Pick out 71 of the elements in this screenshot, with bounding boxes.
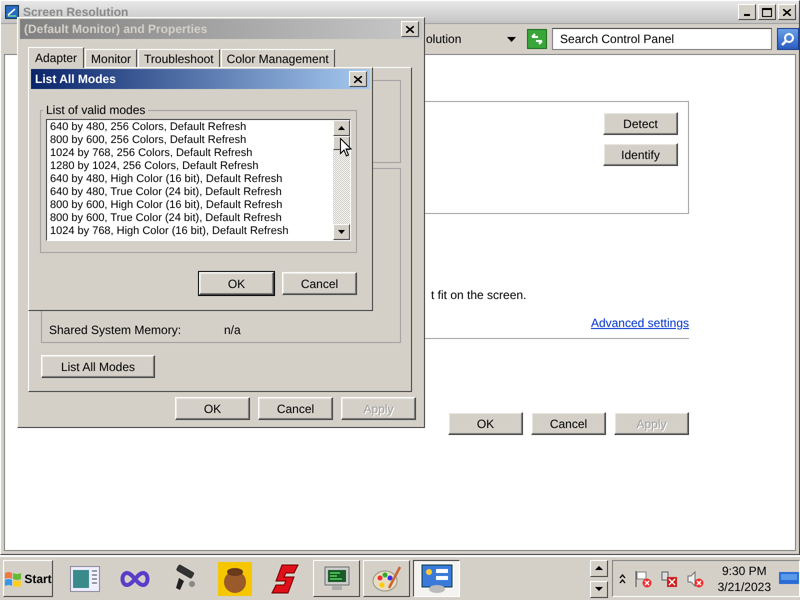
scroll-down-button[interactable] bbox=[590, 580, 608, 598]
window-title: Screen Resolution bbox=[23, 5, 130, 19]
close-button[interactable] bbox=[401, 21, 419, 37]
show-desktop-icon[interactable] bbox=[779, 572, 799, 586]
search-icon bbox=[781, 32, 796, 46]
dialog-button[interactable]: OK bbox=[199, 272, 274, 295]
close-icon bbox=[783, 8, 791, 16]
scroll-down-button[interactable] bbox=[333, 224, 350, 240]
list-item[interactable]: 800 by 600, High Color (16 bit), Default Refresh bbox=[50, 199, 330, 212]
monitor-button[interactable]: Detect bbox=[603, 112, 678, 135]
dialog-title: List All Modes bbox=[35, 72, 117, 86]
dialog-button[interactable]: Cancel bbox=[258, 397, 333, 420]
list-item[interactable]: 640 by 480, 256 Colors, Default Refresh bbox=[50, 121, 330, 134]
scroll-up-button[interactable] bbox=[590, 560, 608, 576]
control-panel-icon bbox=[420, 564, 452, 594]
list-item[interactable]: 640 by 480, True Color (24 bit), Default Refresh bbox=[50, 186, 330, 199]
document-window-icon bbox=[70, 566, 100, 592]
windows-logo-icon bbox=[4, 570, 22, 586]
down-arrow-icon bbox=[338, 230, 345, 234]
dialog-button[interactable]: Cancel bbox=[282, 272, 357, 295]
network-error-icon[interactable] bbox=[660, 570, 678, 588]
hint-text: t fit on the screen. bbox=[431, 288, 526, 302]
maximize-button[interactable] bbox=[758, 4, 776, 20]
scrollbar[interactable] bbox=[333, 120, 350, 240]
monitor-button[interactable]: Identify bbox=[603, 143, 678, 166]
tab[interactable]: Color Management bbox=[220, 49, 335, 67]
dialog-title: (Default Monitor) and Properties bbox=[24, 22, 208, 36]
list-item[interactable]: 640 by 480, High Color (16 bit), Default Refresh bbox=[50, 173, 330, 186]
speaker-muted-icon[interactable] bbox=[686, 570, 704, 588]
list-item[interactable]: 800 by 600, 256 Colors, Default Refresh bbox=[50, 134, 330, 147]
clock[interactable]: 9:30 PM 3/21/2023 bbox=[718, 562, 771, 594]
minimize-button[interactable] bbox=[738, 4, 756, 20]
field-value: n/a bbox=[224, 323, 241, 337]
mouse-pointer-icon bbox=[340, 138, 352, 157]
search-field[interactable]: Search Control Panel bbox=[552, 28, 772, 50]
tab[interactable]: Adapter bbox=[28, 47, 84, 68]
down-arrow-icon bbox=[594, 587, 603, 591]
tab[interactable]: Troubleshoot bbox=[138, 49, 220, 67]
dialog-button[interactable]: OK bbox=[448, 412, 523, 435]
list-item[interactable]: 1280 by 1024, 256 Colors, Default Refresh bbox=[50, 160, 330, 173]
refresh-button[interactable] bbox=[527, 29, 548, 49]
close-button[interactable] bbox=[778, 4, 796, 20]
list-item[interactable]: 1024 by 768, 256 Colors, Default Refresh bbox=[50, 147, 330, 160]
monitor-icon bbox=[322, 564, 352, 592]
palette-icon bbox=[372, 564, 402, 594]
dialog-button[interactable]: Cancel bbox=[531, 412, 606, 435]
maximize-icon bbox=[762, 8, 772, 16]
flag-error-icon[interactable] bbox=[634, 570, 652, 588]
dialog-button[interactable]: OK bbox=[175, 397, 250, 420]
start-button[interactable]: Start bbox=[3, 560, 53, 597]
taskbar-button[interactable] bbox=[413, 560, 460, 597]
close-button[interactable] bbox=[349, 71, 367, 87]
scroll-up-button[interactable] bbox=[333, 120, 350, 136]
advanced-settings-link[interactable]: Advanced settings bbox=[590, 316, 689, 330]
up-arrow-icon bbox=[338, 126, 345, 130]
field-label: Shared System Memory: bbox=[49, 323, 182, 337]
list-all-modes-button[interactable]: List All Modes bbox=[41, 355, 155, 378]
refresh-icon bbox=[530, 33, 544, 45]
search-button[interactable] bbox=[777, 28, 800, 50]
modes-list[interactable] bbox=[46, 119, 351, 241]
list-item[interactable]: 1024 by 768, High Color (16 bit), Default Refresh bbox=[50, 225, 330, 238]
close-icon bbox=[354, 76, 362, 82]
dropdown-arrow-icon bbox=[507, 36, 516, 42]
up-arrow-icon bbox=[594, 566, 603, 570]
chevron-icon[interactable] bbox=[618, 574, 626, 584]
tab[interactable]: Monitor bbox=[85, 49, 138, 67]
close-icon bbox=[406, 26, 414, 32]
infinity-icon bbox=[119, 570, 151, 588]
group-label: List of valid modes bbox=[45, 103, 146, 117]
list-item[interactable]: 800 by 600, True Color (24 bit), Default Refresh bbox=[50, 212, 330, 225]
swoosh-icon bbox=[270, 562, 300, 594]
